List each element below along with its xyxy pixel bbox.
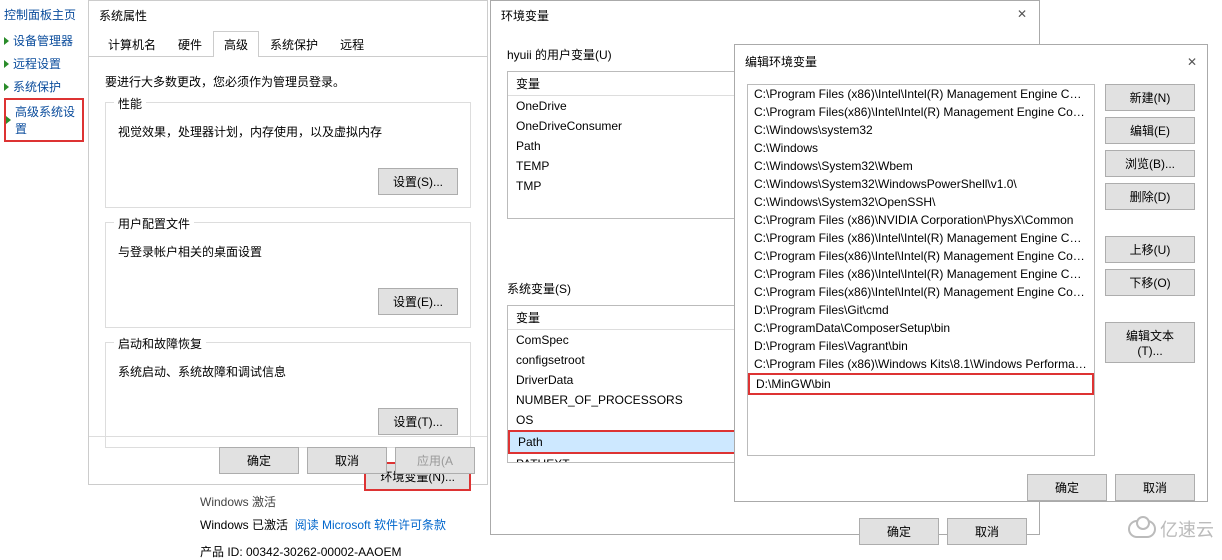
path-item[interactable]: D:\Program Files\Git\cmd (748, 301, 1094, 319)
cell-var-name: DriverData (508, 370, 744, 390)
cell-var-name: configsetroot (508, 350, 744, 370)
path-item[interactable]: C:\Program Files (x86)\Intel\Intel(R) Ma… (748, 85, 1094, 103)
performance-settings-button[interactable]: 设置(S)... (378, 168, 458, 195)
group-legend: 启动和故障恢复 (114, 335, 206, 352)
path-item[interactable]: C:\Windows\System32\Wbem (748, 157, 1094, 175)
nav-item-remote[interactable]: 远程设置 (4, 52, 84, 75)
dialog-title: 环境变量 (491, 1, 1039, 30)
column-header-variable[interactable]: 变量 (508, 72, 744, 95)
group-desc: 与登录帐户相关的桌面设置 (118, 243, 458, 260)
tab-system-protection[interactable]: 系统保护 (259, 31, 329, 57)
path-browse-button[interactable]: 浏览(B)... (1105, 150, 1195, 177)
path-move-up-button[interactable]: 上移(U) (1105, 236, 1195, 263)
path-item[interactable]: C:\Program Files (x86)\Intel\Intel(R) Ma… (748, 229, 1094, 247)
dialog-title: 编辑环境变量 (745, 53, 817, 70)
nav-item-label: 远程设置 (13, 55, 61, 72)
chevron-right-icon (4, 83, 9, 91)
edit-cancel-button[interactable]: 取消 (1115, 474, 1195, 501)
path-item[interactable]: D:\Program Files\Vagrant\bin (748, 337, 1094, 355)
cell-var-name: OS (508, 410, 744, 430)
cell-var-name: Path (508, 430, 744, 454)
close-icon[interactable]: ✕ (1187, 55, 1197, 69)
env-cancel-button[interactable]: 取消 (947, 518, 1027, 545)
brand-name: 亿速云 (1160, 516, 1214, 542)
nav-item-advanced[interactable]: 高级系统设置 (4, 98, 84, 142)
chevron-right-icon (4, 37, 9, 45)
path-item[interactable]: D:\MinGW\bin (748, 373, 1094, 395)
profiles-settings-button[interactable]: 设置(E)... (378, 288, 458, 315)
nav-item-device-manager[interactable]: 设备管理器 (4, 29, 84, 52)
admin-info: 要进行大多数更改，您必须作为管理员登录。 (105, 73, 471, 90)
path-item[interactable]: C:\Program Files(x86)\Intel\Intel(R) Man… (748, 283, 1094, 301)
path-item[interactable]: C:\Program Files(x86)\Intel\Intel(R) Man… (748, 103, 1094, 121)
edit-environment-variable-dialog: 编辑环境变量 ✕ C:\Program Files (x86)\Intel\In… (734, 44, 1208, 502)
path-item[interactable]: C:\Windows (748, 139, 1094, 157)
nav-item-protection[interactable]: 系统保护 (4, 75, 84, 98)
path-item[interactable]: C:\Program Files (x86)\NVIDIA Corporatio… (748, 211, 1094, 229)
control-panel-nav: 控制面板主页 设备管理器 远程设置 系统保护 高级系统设置 (0, 0, 88, 148)
cell-var-name: OneDriveConsumer (508, 116, 744, 136)
cell-var-name: ComSpec (508, 330, 744, 350)
activation-status: Windows 已激活 (200, 518, 288, 532)
system-properties-dialog: 系统属性 计算机名 硬件 高级 系统保护 远程 要进行大多数更改，您必须作为管理… (88, 0, 488, 485)
path-item[interactable]: C:\Windows\System32\OpenSSH\ (748, 193, 1094, 211)
cell-var-name: PATHEXT (508, 454, 744, 463)
group-legend: 用户配置文件 (114, 215, 194, 232)
column-header-variable[interactable]: 变量 (508, 306, 744, 329)
edit-ok-button[interactable]: 确定 (1027, 474, 1107, 501)
tab-advanced[interactable]: 高级 (213, 31, 259, 57)
tab-computer-name[interactable]: 计算机名 (97, 31, 167, 57)
startup-settings-button[interactable]: 设置(T)... (378, 408, 458, 435)
path-new-button[interactable]: 新建(N) (1105, 84, 1195, 111)
path-edit-button[interactable]: 编辑(E) (1105, 117, 1195, 144)
cell-var-name: TMP (508, 176, 744, 196)
path-item[interactable]: C:\Program Files (x86)\Windows Kits\8.1\… (748, 355, 1094, 373)
dialog-title: 系统属性 (89, 1, 487, 30)
tab-remote[interactable]: 远程 (329, 31, 375, 57)
brand-logo: 亿速云 (1128, 516, 1214, 542)
edit-side-buttons: 新建(N) 编辑(E) 浏览(B)... 删除(D) 上移(U) 下移(O) 编… (1105, 84, 1195, 456)
path-item[interactable]: C:\ProgramData\ComposerSetup\bin (748, 319, 1094, 337)
tab-strip: 计算机名 硬件 高级 系统保护 远程 (89, 30, 487, 57)
path-item[interactable]: C:\Windows\System32\WindowsPowerShell\v1… (748, 175, 1094, 193)
apply-button[interactable]: 应用(A (395, 447, 475, 474)
path-item[interactable]: C:\Program Files (x86)\Intel\Intel(R) Ma… (748, 265, 1094, 283)
path-delete-button[interactable]: 删除(D) (1105, 183, 1195, 210)
license-terms-link[interactable]: 阅读 Microsoft 软件许可条款 (295, 518, 446, 532)
path-item[interactable]: C:\Program Files(x86)\Intel\Intel(R) Man… (748, 247, 1094, 265)
close-icon[interactable]: ✕ (1011, 7, 1033, 25)
performance-group: 性能 视觉效果，处理器计划，内存使用，以及虚拟内存 设置(S)... (105, 102, 471, 208)
path-edit-text-button[interactable]: 编辑文本(T)... (1105, 322, 1195, 363)
tab-hardware[interactable]: 硬件 (167, 31, 213, 57)
cancel-button[interactable]: 取消 (307, 447, 387, 474)
group-desc: 视觉效果，处理器计划，内存使用，以及虚拟内存 (118, 123, 458, 140)
nav-item-label: 设备管理器 (13, 32, 73, 49)
chevron-right-icon (4, 60, 9, 68)
path-list[interactable]: C:\Program Files (x86)\Intel\Intel(R) Ma… (747, 84, 1095, 456)
cell-var-name: OneDrive (508, 96, 744, 116)
startup-group: 启动和故障恢复 系统启动、系统故障和调试信息 设置(T)... (105, 342, 471, 448)
chevron-right-icon (6, 116, 11, 124)
path-move-down-button[interactable]: 下移(O) (1105, 269, 1195, 296)
group-legend: 性能 (114, 95, 146, 112)
activation-heading: Windows 激活 (200, 493, 446, 510)
group-desc: 系统启动、系统故障和调试信息 (118, 363, 458, 380)
nav-item-label: 系统保护 (13, 78, 61, 95)
nav-item-label: 高级系统设置 (15, 103, 82, 137)
ok-button[interactable]: 确定 (219, 447, 299, 474)
cell-var-name: NUMBER_OF_PROCESSORS (508, 390, 744, 410)
nav-home[interactable]: 控制面板主页 (4, 6, 84, 23)
user-profiles-group: 用户配置文件 与登录帐户相关的桌面设置 设置(E)... (105, 222, 471, 328)
product-id: 产品 ID: 00342-30262-00002-AAOEM (200, 543, 446, 560)
path-item[interactable]: C:\Windows\system32 (748, 121, 1094, 139)
env-ok-button[interactable]: 确定 (859, 518, 939, 545)
cloud-icon (1128, 520, 1156, 538)
cell-var-name: TEMP (508, 156, 744, 176)
cell-var-name: Path (508, 136, 744, 156)
dialog-footer: 确定 取消 应用(A (89, 436, 487, 484)
